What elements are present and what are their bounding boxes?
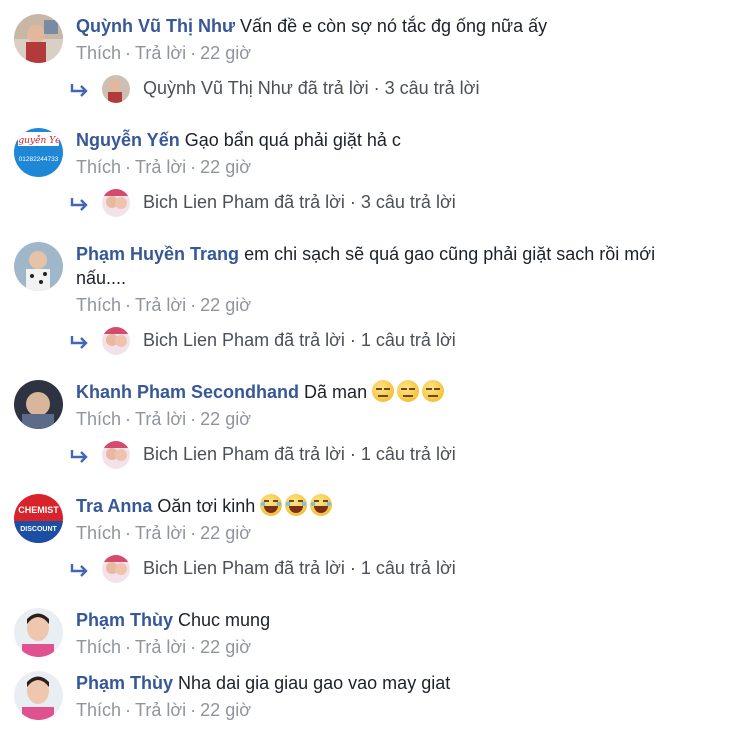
separator: ·: [125, 637, 132, 657]
comment-author[interactable]: Phạm Thùy: [76, 673, 173, 693]
timestamp[interactable]: 22 giờ: [200, 700, 251, 720]
separator: ·: [190, 700, 197, 720]
comment-text-continued: nấu....: [76, 268, 127, 288]
like-link[interactable]: Thích: [76, 295, 121, 315]
avatar[interactable]: [14, 380, 63, 429]
separator: ·: [125, 409, 132, 429]
reply-arrow-icon: [70, 198, 88, 211]
expressionless-face-icon: [397, 380, 420, 402]
separator: ·: [125, 523, 132, 543]
avatar[interactable]: [14, 608, 63, 657]
timestamp[interactable]: 22 giờ: [200, 637, 251, 657]
separator: ·: [125, 43, 132, 63]
reply-link[interactable]: Trả lời: [135, 637, 186, 657]
expressionless-face-icon: [372, 380, 395, 402]
separator: ·: [125, 295, 132, 315]
avatar[interactable]: Nguyễn Yến 01282244733: [14, 128, 63, 177]
reply-arrow-icon: [70, 336, 88, 349]
comment-text: Oăn tơi kinh: [157, 496, 256, 516]
like-link[interactable]: Thích: [76, 523, 121, 543]
reply-arrow-icon: [70, 564, 88, 577]
avatar: [102, 327, 130, 355]
separator: ·: [125, 157, 132, 177]
reply-arrow-icon: [70, 84, 88, 97]
avatar-logo-subtext: DISCOUNT: [20, 526, 57, 533]
comment-text: Chuc mung: [178, 610, 271, 630]
avatar: [102, 555, 130, 583]
comment-author[interactable]: Phạm Huyền Trang: [76, 244, 239, 264]
comment-author[interactable]: Tra Anna: [76, 496, 152, 516]
avatar: [102, 75, 130, 103]
like-link[interactable]: Thích: [76, 43, 121, 63]
comment-text: Gạo bẩn quá phải giặt hả c: [184, 130, 401, 150]
reply-link[interactable]: Trả lời: [135, 295, 186, 315]
separator: ·: [125, 700, 132, 720]
comment-text: em chi sạch sẽ quá gao cũng phải giặt sa…: [244, 244, 656, 264]
comment-author[interactable]: Khanh Pham Secondhand: [76, 382, 299, 402]
separator: ·: [190, 409, 197, 429]
tears-of-joy-icon: [260, 494, 283, 516]
reply-link[interactable]: Trả lời: [135, 409, 186, 429]
reply-link[interactable]: Trả lời: [135, 523, 186, 543]
tears-of-joy-icon: [310, 494, 333, 516]
comment-text: Nha dai gia giau gao vao may giat: [178, 673, 451, 693]
avatar[interactable]: [14, 671, 63, 720]
reply-summary-text[interactable]: Bich Lien Pham đã trả lời · 1 câu trả lờ…: [143, 330, 456, 351]
separator: ·: [190, 295, 197, 315]
reply-summary-text[interactable]: Bich Lien Pham đã trả lời · 1 câu trả lờ…: [143, 444, 456, 465]
separator: ·: [190, 523, 197, 543]
avatar[interactable]: [14, 14, 63, 63]
reply-link[interactable]: Trả lời: [135, 43, 186, 63]
avatar-logo-text: CHEMIST: [18, 505, 59, 515]
reply-link[interactable]: Trả lời: [135, 157, 186, 177]
reply-summary-text[interactable]: Quỳnh Vũ Thị Như đã trả lời · 3 câu trả …: [143, 78, 479, 99]
timestamp[interactable]: 22 giờ: [200, 523, 251, 543]
avatar: [102, 189, 130, 217]
reply-arrow-icon: [70, 450, 88, 463]
reply-summary-text[interactable]: Bich Lien Pham đã trả lời · 1 câu trả lờ…: [143, 558, 456, 579]
like-link[interactable]: Thích: [76, 409, 121, 429]
separator: ·: [190, 637, 197, 657]
tears-of-joy-icon: [285, 494, 308, 516]
separator: ·: [190, 157, 197, 177]
comment-text: Dã man: [304, 382, 368, 402]
avatar[interactable]: CHEMIST DISCOUNT: [14, 494, 63, 543]
avatar: [102, 441, 130, 469]
reply-link[interactable]: Trả lời: [135, 700, 186, 720]
like-link[interactable]: Thích: [76, 700, 121, 720]
comment-author[interactable]: Nguyễn Yến: [76, 130, 180, 150]
timestamp[interactable]: 22 giờ: [200, 43, 251, 63]
separator: ·: [190, 43, 197, 63]
comment-author[interactable]: Phạm Thùy: [76, 610, 173, 630]
expressionless-face-icon: [422, 380, 445, 402]
avatar[interactable]: [14, 242, 63, 291]
comment-author[interactable]: Quỳnh Vũ Thị Như: [76, 16, 235, 36]
like-link[interactable]: Thích: [76, 157, 121, 177]
timestamp[interactable]: 22 giờ: [200, 157, 251, 177]
reply-summary-text[interactable]: Bich Lien Pham đã trả lời · 3 câu trả lờ…: [143, 192, 456, 213]
comment-text: Vấn đề e còn sợ nó tắc đg ống nữa ấy: [240, 16, 548, 36]
avatar-phone-text: 01282244733: [19, 156, 59, 163]
timestamp[interactable]: 22 giờ: [200, 295, 251, 315]
avatar-logo-text: Nguyễn Yến: [14, 135, 63, 146]
like-link[interactable]: Thích: [76, 637, 121, 657]
timestamp[interactable]: 22 giờ: [200, 409, 251, 429]
